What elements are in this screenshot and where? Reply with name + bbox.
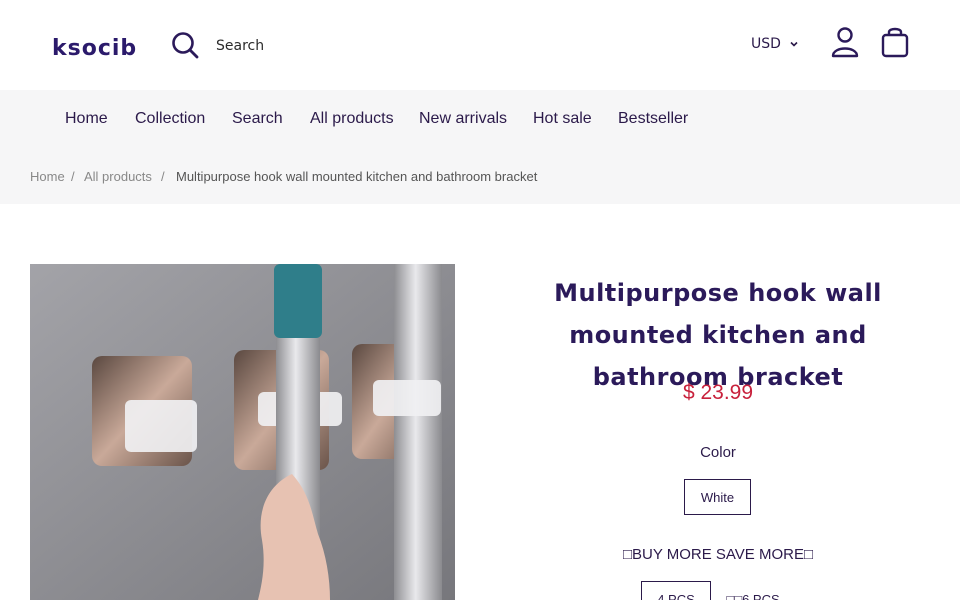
main-nav: Home Collection Search All products New …: [0, 90, 960, 150]
account-icon[interactable]: [830, 26, 860, 58]
nav-item-home[interactable]: Home: [65, 110, 108, 128]
product-image[interactable]: [30, 264, 455, 600]
bundle-option-label: □BUY MORE SAVE MORE□: [622, 546, 814, 563]
currency-selector[interactable]: USD: [751, 36, 799, 52]
bundle-option-6-pcs[interactable]: □□6 PCS: [718, 581, 788, 600]
search-bar[interactable]: [170, 30, 470, 62]
nav-item-collection[interactable]: Collection: [135, 110, 205, 128]
product-photo-illustration: [30, 264, 455, 600]
search-input[interactable]: [216, 34, 456, 58]
product-price: $ 23.99: [682, 381, 754, 404]
product-title: Multipurpose hook wall mounted kitchen a…: [554, 279, 882, 391]
breadcrumb-all-products[interactable]: All products: [84, 169, 152, 184]
nav-item-search[interactable]: Search: [232, 110, 283, 128]
nav-item-bestseller[interactable]: Bestseller: [618, 110, 688, 128]
color-option-label: Color: [700, 444, 736, 461]
breadcrumb-separator: /: [71, 169, 75, 184]
breadcrumb-separator: /: [161, 169, 165, 184]
breadcrumb: Home / All products / Multipurpose hook …: [0, 150, 960, 204]
bundle-option-4-pcs[interactable]: 4 PCS: [641, 581, 711, 600]
breadcrumb-home[interactable]: Home: [30, 169, 65, 184]
nav-item-all-products[interactable]: All products: [310, 110, 394, 128]
nav-item-hot-sale[interactable]: Hot sale: [533, 110, 592, 128]
site-header: ksocib USD: [0, 0, 960, 90]
store-logo[interactable]: ksocib: [52, 36, 137, 61]
shopping-bag-icon[interactable]: [879, 25, 911, 59]
chevron-down-icon: [790, 41, 798, 47]
search-icon[interactable]: [170, 30, 200, 60]
color-option-white[interactable]: White: [684, 479, 751, 515]
breadcrumb-current: Multipurpose hook wall mounted kitchen a…: [176, 169, 538, 184]
currency-label: USD: [751, 36, 781, 52]
nav-item-new-arrivals[interactable]: New arrivals: [419, 110, 507, 128]
